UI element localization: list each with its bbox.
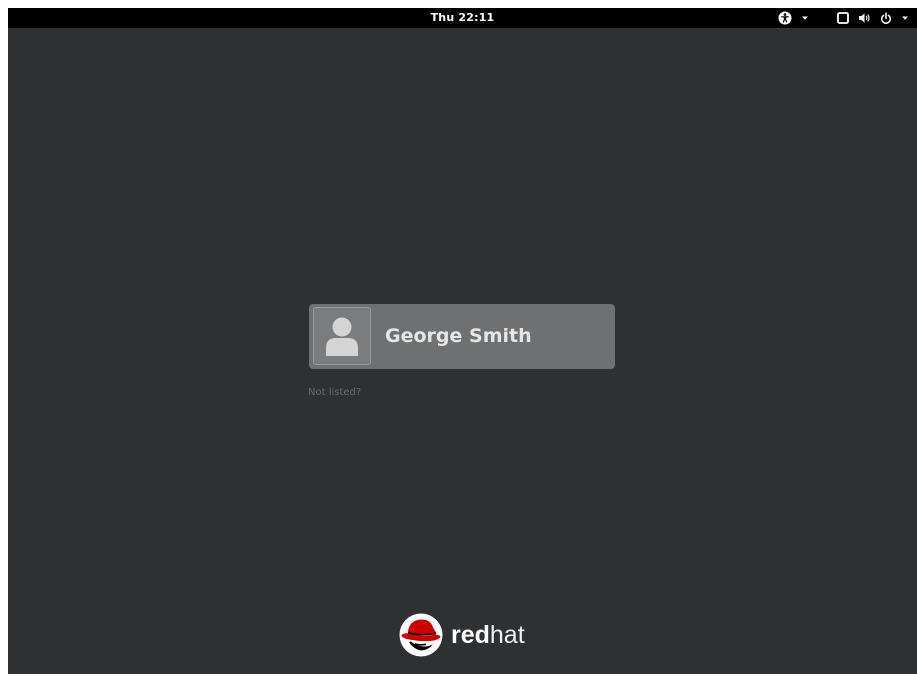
- wordmark-hat: hat: [489, 621, 525, 649]
- user-name: George Smith: [385, 325, 532, 347]
- redhat-logo-icon: [399, 613, 443, 657]
- not-listed-link[interactable]: Not listed?: [308, 387, 361, 398]
- system-menu[interactable]: [837, 11, 909, 25]
- accessibility-menu[interactable]: [778, 11, 809, 25]
- display-icon: [837, 12, 849, 24]
- redhat-branding: redhat: [399, 612, 525, 658]
- wordmark-red: red: [451, 621, 490, 649]
- login-screen: Thu 22:11 George Smith Not listed? redha…: [8, 8, 917, 674]
- power-icon: [881, 11, 891, 24]
- accessibility-icon: [778, 11, 792, 25]
- top-bar: Thu 22:11: [8, 8, 917, 28]
- chevron-down-icon: [902, 16, 908, 20]
- redhat-wordmark: redhat: [451, 612, 525, 658]
- user-list-item[interactable]: George Smith: [309, 304, 615, 369]
- volume-icon: [859, 13, 870, 23]
- user-avatar-icon: [326, 317, 358, 356]
- chevron-down-icon: [802, 16, 808, 20]
- avatar: [313, 307, 371, 365]
